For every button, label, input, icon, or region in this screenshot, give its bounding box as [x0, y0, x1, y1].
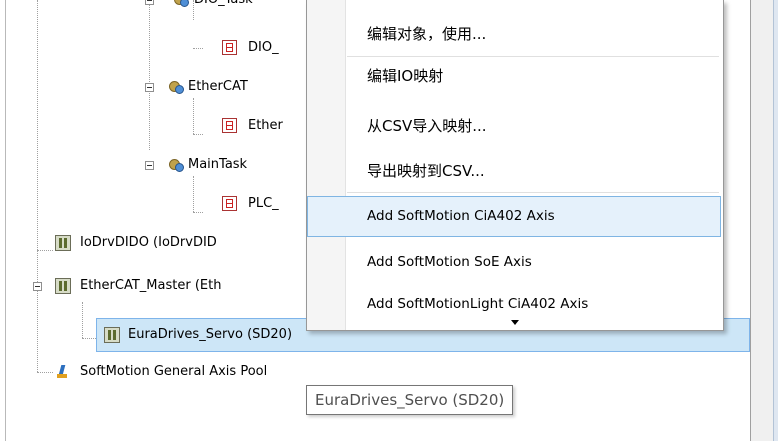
tree-item-label: PLC_ [248, 196, 279, 211]
menu-item-export-csv[interactable]: 导出映射到CSV... [309, 155, 719, 187]
collapse-icon[interactable] [145, 83, 154, 92]
program-icon [222, 118, 237, 133]
task-icon [167, 79, 185, 95]
tree-line [37, 372, 53, 373]
menu-item-edit-io-mapping[interactable]: 编辑IO映射 [309, 60, 719, 92]
menu-item-label: 编辑IO映射 [367, 67, 444, 85]
collapse-icon[interactable] [145, 161, 154, 170]
menu-item-add-soe-axis[interactable]: Add SoftMotion SoE Axis [309, 246, 719, 278]
tree-line [37, 0, 38, 372]
collapse-icon[interactable] [145, 0, 154, 5]
context-menu: 编辑对象，使用... 编辑IO映射 从CSV导入映射... 导出映射到CSV..… [306, 0, 724, 331]
axis-pool-icon [57, 364, 71, 380]
menu-item-add-light-cia402-axis[interactable]: Add SoftMotionLight CiA402 Axis [309, 288, 719, 320]
program-icon [222, 40, 237, 55]
tree-line [193, 98, 194, 134]
tree-line [193, 134, 203, 135]
menu-item-label: 从CSV导入映射... [367, 117, 487, 135]
tree-item-label: MainTask [188, 157, 248, 172]
tree-item-label: Ether [248, 118, 283, 133]
collapse-icon[interactable] [33, 282, 42, 291]
tree-item-label: EuraDrives_Servo (SD20) [128, 327, 293, 342]
tree-item-label: EtherCAT [188, 79, 248, 94]
tree-line [193, 48, 203, 49]
menu-separator [347, 192, 719, 193]
tooltip: EuraDrives_Servo (SD20) [306, 385, 514, 415]
menu-item-label: 导出映射到CSV... [367, 162, 485, 180]
menu-separator [347, 56, 719, 57]
side-panel-strip [773, 0, 778, 441]
device-icon [104, 327, 120, 343]
tree-item-label: DIO_Task [194, 0, 253, 11]
menu-item-import-csv[interactable]: 从CSV导入映射... [309, 110, 719, 142]
tree-line [193, 176, 194, 212]
tree-line [193, 212, 203, 213]
task-icon [172, 0, 190, 8]
tree-item-label: DIO_ [248, 40, 279, 55]
menu-item-add-cia402-axis[interactable]: Add SoftMotion CiA402 Axis [307, 196, 721, 237]
menu-item-label: Add SoftMotionLight CiA402 Axis [367, 296, 589, 312]
task-icon [167, 157, 185, 173]
menu-item-label: Add SoftMotion CiA402 Axis [367, 208, 555, 224]
device-icon [55, 278, 71, 294]
program-icon [222, 196, 237, 211]
tree-item-label: IoDrvDIDO (IoDrvDID [80, 235, 217, 250]
menu-item-edit-object-with[interactable]: 编辑对象，使用... [309, 18, 719, 50]
tree-line [149, 0, 150, 150]
menu-item-label: 编辑对象，使用... [367, 25, 487, 43]
tree-item-label: EtherCAT_Master (Eth [80, 278, 222, 293]
menu-scroll-down-icon[interactable] [511, 320, 519, 325]
menu-item-label: Add SoftMotion SoE Axis [367, 254, 532, 270]
tree-line [37, 250, 53, 251]
tree-item-label: SoftMotion General Axis Pool [80, 364, 268, 379]
device-icon [55, 235, 71, 251]
side-panel-edge [750, 0, 778, 441]
panel-border [5, 0, 6, 441]
